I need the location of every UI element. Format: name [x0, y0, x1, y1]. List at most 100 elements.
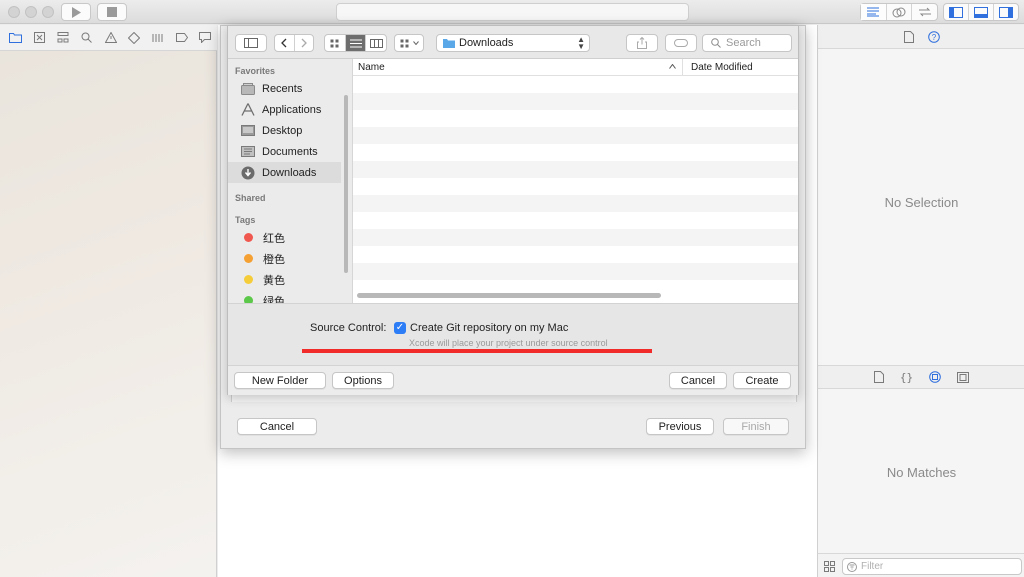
finish-button[interactable]: Finish	[723, 418, 789, 435]
version-editor-button[interactable]	[912, 4, 937, 20]
table-row	[353, 161, 798, 178]
play-icon	[72, 6, 81, 18]
table-row	[353, 263, 798, 280]
table-row	[353, 195, 798, 212]
back-button[interactable]	[275, 35, 295, 51]
zoom-window-button[interactable]	[42, 6, 54, 18]
source-control-label: Source Control:	[310, 322, 387, 334]
editor-mode-control[interactable]	[860, 3, 938, 21]
back-forward-control	[274, 34, 314, 52]
debug-navigator-tab[interactable]	[146, 28, 170, 48]
sidebar-item-applications[interactable]: Applications	[228, 99, 341, 120]
library-filter-input[interactable]: Filter	[842, 558, 1022, 575]
name-column-header[interactable]: Name	[358, 62, 385, 73]
navigator-selector-bar	[0, 25, 217, 51]
arrange-button[interactable]	[394, 34, 424, 52]
sidebar-scrollbar[interactable]	[344, 95, 348, 273]
git-repository-checkbox-label: Create Git repository on my Mac	[410, 322, 569, 334]
horizontal-scrollbar[interactable]	[357, 293, 661, 298]
options-button[interactable]: Options	[332, 372, 394, 389]
debug-area-toggle-icon	[974, 6, 988, 18]
tags-heading: Tags	[235, 215, 256, 225]
minimize-window-button[interactable]	[25, 6, 37, 18]
sidebar-item-desktop[interactable]: Desktop	[228, 120, 341, 141]
tag-button[interactable]	[665, 34, 697, 52]
date-modified-column-header[interactable]: Date Modified	[691, 62, 753, 73]
source-control-navigator-tab[interactable]	[28, 28, 52, 48]
file-inspector-icon[interactable]	[903, 30, 914, 43]
sheet-cancel-button[interactable]: Cancel	[237, 418, 317, 435]
object-library-icon[interactable]	[929, 371, 941, 383]
media-library-icon[interactable]	[957, 371, 970, 383]
icon-view-button[interactable]	[325, 35, 346, 51]
sidebar-tag-yellow[interactable]: 黄色	[228, 269, 341, 290]
report-icon	[199, 32, 212, 43]
sidebar-item-documents[interactable]: Documents	[228, 141, 341, 162]
chevron-left-icon	[281, 38, 287, 48]
test-navigator-tab[interactable]	[122, 28, 146, 48]
close-window-button[interactable]	[8, 6, 20, 18]
create-button[interactable]: Create	[733, 372, 791, 389]
issue-navigator-tab[interactable]	[99, 28, 123, 48]
report-navigator-tab[interactable]	[193, 28, 217, 48]
cancel-button[interactable]: Cancel	[669, 372, 727, 389]
previous-button[interactable]: Previous	[646, 418, 714, 435]
panel-toggle-control[interactable]	[943, 3, 1019, 21]
sidebar-item-label: Recents	[262, 82, 303, 95]
code-snippet-icon[interactable]: {}	[900, 371, 913, 384]
table-row	[353, 229, 798, 246]
sidebar-item-downloads[interactable]: Downloads	[228, 162, 341, 183]
symbol-navigator-tab[interactable]	[51, 28, 75, 48]
sidebar-item-recents[interactable]: Recents	[228, 78, 341, 99]
table-row	[353, 246, 798, 263]
list-view-button[interactable]	[345, 35, 367, 51]
sidebar-item-label: Downloads	[262, 166, 317, 179]
downloads-folder-icon	[443, 39, 455, 48]
sidebar-tag-green[interactable]: 绿色	[228, 290, 341, 303]
forward-button[interactable]	[295, 35, 314, 51]
column-view-button[interactable]	[366, 35, 386, 51]
file-list[interactable]: Name Date Modified	[352, 59, 798, 303]
sidebar-toggle-button[interactable]	[235, 34, 267, 52]
source-control-accessory: Source Control: ✓ Create Git repository …	[228, 303, 798, 365]
debug-area-toggle-button[interactable]	[969, 4, 994, 20]
navigator-toggle-button[interactable]	[944, 4, 969, 20]
downloads-icon	[240, 166, 256, 180]
table-row	[353, 93, 798, 110]
column-view-icon	[369, 38, 383, 48]
filter-icon	[847, 562, 857, 572]
utilities-toggle-button[interactable]	[994, 4, 1018, 20]
test-icon	[128, 31, 141, 44]
activity-viewer	[336, 3, 689, 21]
share-icon	[637, 37, 647, 49]
location-popup[interactable]: Downloads ▲ ▼	[436, 34, 590, 52]
utilities-toggle-icon	[999, 6, 1013, 18]
red-tag-icon	[244, 233, 253, 242]
recents-icon	[240, 82, 256, 96]
git-repository-checkbox[interactable]: ✓ Create Git repository on my Mac	[394, 322, 568, 334]
filter-placeholder: Filter	[861, 561, 884, 572]
shared-heading: Shared	[235, 193, 266, 203]
share-button[interactable]	[626, 34, 658, 52]
assistant-editor-button[interactable]	[887, 4, 913, 20]
folder-icon	[9, 33, 23, 43]
search-icon	[711, 38, 721, 48]
new-folder-button[interactable]: New Folder	[234, 372, 326, 389]
green-tag-icon	[244, 296, 253, 303]
project-navigator-tab[interactable]	[4, 28, 28, 48]
run-button[interactable]	[61, 3, 91, 21]
breakpoint-navigator-tab[interactable]	[170, 28, 194, 48]
file-template-icon[interactable]	[873, 371, 884, 383]
icon-view-icon	[330, 39, 339, 47]
find-navigator-tab[interactable]	[75, 28, 99, 48]
stop-button[interactable]	[97, 3, 127, 21]
favorites-heading: Favorites	[235, 66, 276, 76]
sort-ascending-icon	[669, 64, 676, 69]
help-icon[interactable]: ?	[927, 30, 940, 43]
assistant-editor-icon	[892, 7, 906, 17]
grid-view-icon[interactable]	[824, 561, 835, 572]
sidebar-tag-red[interactable]: 红色	[228, 227, 341, 248]
sidebar-tag-orange[interactable]: 橙色	[228, 248, 341, 269]
standard-editor-button[interactable]	[861, 4, 887, 20]
search-field[interactable]: Search	[702, 34, 792, 52]
